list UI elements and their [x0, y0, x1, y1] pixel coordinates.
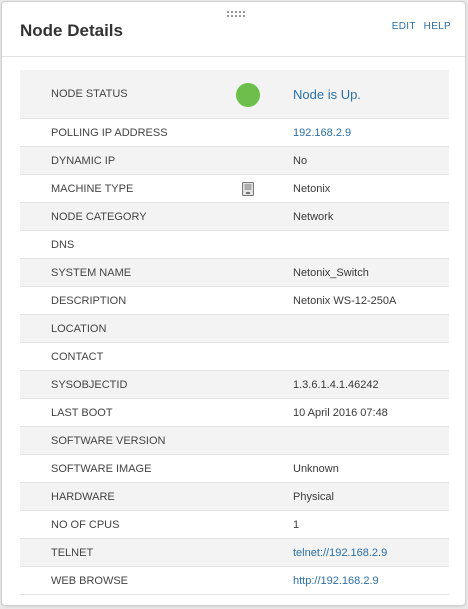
row-value: Netonix: [293, 182, 331, 195]
header-divider: [2, 56, 465, 57]
polling-ip-link[interactable]: 192.168.2.9: [293, 119, 351, 146]
table-row-machine-type: MACHINE TYPE Netonix: [20, 175, 449, 203]
table-row-telnet: TELNET telnet://192.168.2.9: [20, 539, 449, 567]
table-row-dns: DNS: [20, 231, 449, 259]
table-row-contact: CONTACT: [20, 343, 449, 371]
row-label: SYSTEM NAME: [51, 266, 132, 279]
table-row-location: LOCATION: [20, 315, 449, 343]
server-tower-icon: [242, 182, 254, 196]
row-label: DNS: [51, 238, 75, 251]
table-row-software-image: SOFTWARE IMAGE Unknown: [20, 455, 449, 483]
row-label: DYNAMIC IP: [51, 154, 116, 167]
row-label: NODE CATEGORY: [51, 210, 147, 223]
table-row-node-category: NODE CATEGORY Network: [20, 203, 449, 231]
header-links: EDIT HELP: [387, 21, 451, 32]
details-table: NODE STATUS Node is Up. POLLING IP ADDRE…: [20, 70, 449, 595]
row-label: HARDWARE: [51, 490, 115, 503]
row-label: NODE STATUS: [51, 88, 128, 100]
node-details-panel: Node Details EDIT HELP NODE STATUS Node …: [1, 1, 466, 606]
table-row-last-boot: LAST BOOT 10 April 2016 07:48: [20, 399, 449, 427]
table-row-web-browse: WEB BROWSE http://192.168.2.9: [20, 567, 449, 595]
row-value: 1: [293, 518, 300, 531]
table-row-node-status: NODE STATUS Node is Up.: [20, 70, 449, 119]
row-label: CONTACT: [51, 350, 104, 363]
telnet-link[interactable]: telnet://192.168.2.9: [293, 539, 387, 566]
table-row-software-version: SOFTWARE VERSION: [20, 427, 449, 455]
row-label: SOFTWARE VERSION: [51, 434, 166, 447]
table-row-hardware: HARDWARE Physical: [20, 483, 449, 511]
table-row-system-name: SYSTEM NAME Netonix_Switch: [20, 259, 449, 287]
row-label: POLLING IP ADDRESS: [51, 126, 168, 139]
row-label: NO OF CPUS: [51, 518, 120, 531]
row-label: WEB BROWSE: [51, 574, 129, 587]
row-value: Physical: [293, 490, 334, 503]
row-label: LAST BOOT: [51, 406, 113, 419]
web-browse-link[interactable]: http://192.168.2.9: [293, 567, 379, 594]
row-value: 10 April 2016 07:48: [293, 406, 388, 419]
row-label: MACHINE TYPE: [51, 182, 134, 195]
status-up-icon: [236, 83, 260, 107]
row-label: SYSOBJECTID: [51, 378, 128, 391]
row-value: Netonix_Switch: [293, 266, 369, 279]
panel-title: Node Details: [20, 21, 123, 40]
table-row-dynamic-ip: DYNAMIC IP No: [20, 147, 449, 175]
table-row-description: DESCRIPTION Netonix WS-12-250A: [20, 287, 449, 315]
table-row-polling-ip: POLLING IP ADDRESS 192.168.2.9: [20, 119, 449, 147]
node-status-link[interactable]: Node is Up.: [293, 70, 361, 118]
row-label: DESCRIPTION: [51, 294, 127, 307]
help-link[interactable]: HELP: [424, 21, 451, 32]
table-row-sysobjectid: SYSOBJECTID 1.3.6.1.4.1.46242: [20, 371, 449, 399]
row-value: No: [293, 154, 308, 167]
edit-link[interactable]: EDIT: [392, 21, 416, 32]
row-label: LOCATION: [51, 322, 107, 335]
row-label: SOFTWARE IMAGE: [51, 462, 152, 475]
table-row-no-of-cpus: NO OF CPUS 1: [20, 511, 449, 539]
row-value: Unknown: [293, 462, 339, 475]
row-value: 1.3.6.1.4.1.46242: [293, 378, 379, 391]
row-label: TELNET: [51, 546, 94, 559]
drag-handle-icon[interactable]: [227, 11, 245, 19]
row-value: Network: [293, 210, 334, 223]
row-value: Netonix WS-12-250A: [293, 294, 397, 307]
